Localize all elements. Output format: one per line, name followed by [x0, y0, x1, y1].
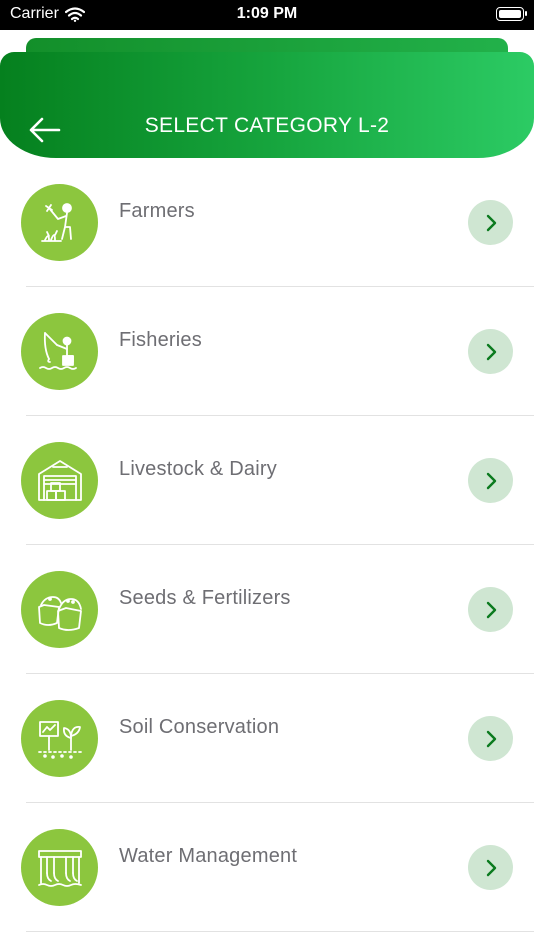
soil-sprout-icon	[21, 700, 98, 777]
category-row-fisheries[interactable]: Fisheries	[0, 287, 534, 416]
fishing-icon	[21, 313, 98, 390]
seed-sacks-icon	[21, 571, 98, 648]
chevron-right-icon[interactable]	[468, 458, 513, 503]
chevron-right-icon[interactable]	[468, 845, 513, 890]
barn-icon	[21, 442, 98, 519]
header-bar: SELECT CATEGORY L-2	[0, 52, 534, 158]
category-row-farmers[interactable]: Farmers	[0, 158, 534, 287]
chevron-right-icon[interactable]	[468, 200, 513, 245]
category-label: Farmers	[119, 200, 195, 222]
category-label: Livestock & Dairy	[119, 458, 277, 480]
category-row-livestock-dairy[interactable]: Livestock & Dairy	[0, 416, 534, 545]
water-dam-icon	[21, 829, 98, 906]
chevron-right-icon[interactable]	[468, 329, 513, 374]
category-row-soil-conservation[interactable]: Soil Conservation	[0, 674, 534, 803]
category-row-water-management[interactable]: Water Management	[0, 803, 534, 932]
category-label: Seeds & Fertilizers	[119, 587, 291, 609]
category-label: Water Management	[119, 845, 298, 867]
category-list: Farmers Fisheries Livestock & Dairy Seed…	[0, 158, 534, 932]
row-divider	[26, 931, 534, 932]
battery-icon	[496, 7, 527, 21]
chevron-right-icon[interactable]	[468, 716, 513, 761]
category-label: Fisheries	[119, 329, 202, 351]
farmer-icon	[21, 184, 98, 261]
category-label: Soil Conservation	[119, 716, 280, 738]
chevron-right-icon[interactable]	[468, 587, 513, 632]
status-bar: Carrier 1:09 PM	[0, 0, 534, 30]
status-time: 1:09 PM	[236, 5, 298, 22]
page-title: SELECT CATEGORY L-2	[144, 114, 390, 137]
category-row-seeds-fertilizers[interactable]: Seeds & Fertilizers	[0, 545, 534, 674]
